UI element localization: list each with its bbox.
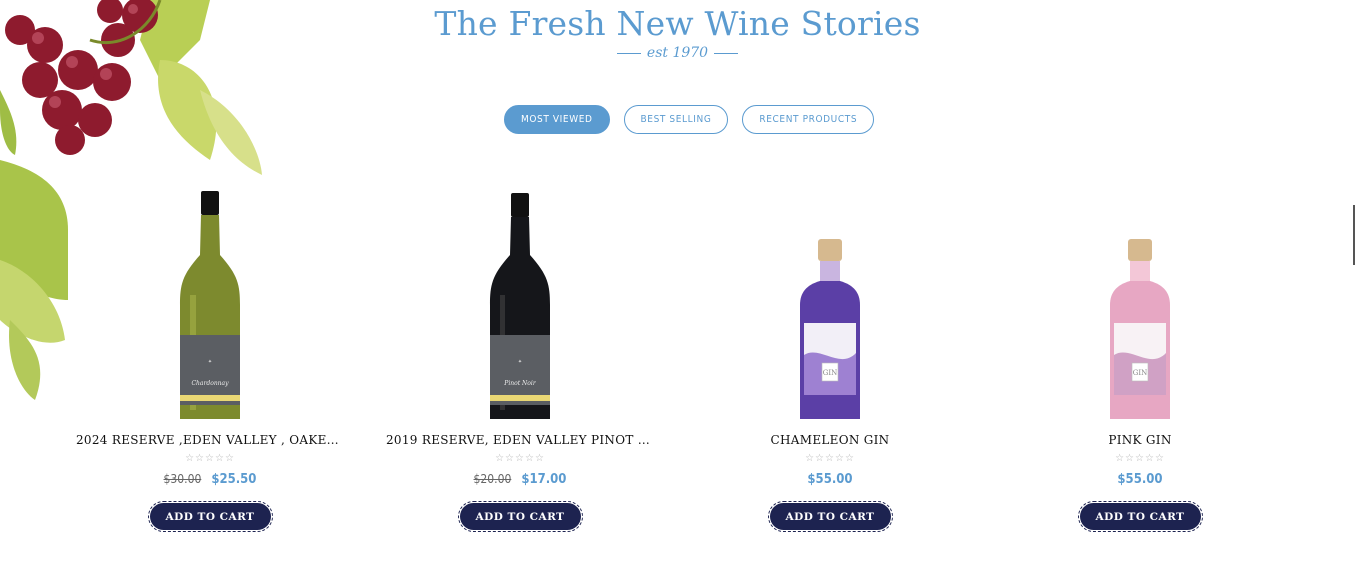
- rating-stars: ☆☆☆☆☆: [805, 453, 855, 464]
- old-price: $20.00: [473, 472, 512, 486]
- svg-text:✦: ✦: [518, 359, 522, 365]
- svg-text:GIN: GIN: [823, 369, 837, 377]
- product-grid: ✦ Chardonnay 2024 RESERVE ,EDEN VALLEY ,…: [0, 180, 1355, 560]
- product-price: $30.00 $25.50: [70, 472, 350, 487]
- tagline-text: est 1970: [646, 45, 709, 61]
- rating-stars: ☆☆☆☆☆: [495, 453, 545, 464]
- add-to-cart-button[interactable]: ADD TO CART: [457, 501, 583, 532]
- section-tagline: est 1970: [0, 45, 1355, 61]
- section-title: The Fresh New Wine Stories: [434, 4, 921, 43]
- product-image[interactable]: ✦ Chardonnay: [70, 180, 350, 425]
- tab-most-viewed[interactable]: MOST VIEWED: [504, 105, 610, 134]
- sale-price: $17.00: [521, 472, 567, 487]
- product-card: GIN PINK GIN ☆☆☆☆☆ $55.00 ADD TO CART: [1000, 180, 1280, 532]
- add-to-cart-button[interactable]: ADD TO CART: [147, 501, 273, 532]
- product-name[interactable]: 2019 RESERVE, EDEN VALLEY PINOT GRIS: [380, 433, 660, 447]
- svg-text:Pinot Noir: Pinot Noir: [503, 380, 537, 387]
- product-price: $20.00 $17.00: [380, 472, 660, 487]
- product-image[interactable]: GIN: [690, 180, 970, 425]
- add-to-cart-button[interactable]: ADD TO CART: [1077, 501, 1203, 532]
- product-filter-tabs: MOST VIEWED BEST SELLING RECENT PRODUCTS: [504, 105, 875, 134]
- product-name[interactable]: PINK GIN: [1000, 433, 1280, 447]
- rating-stars: ☆☆☆☆☆: [185, 453, 235, 464]
- svg-text:✦: ✦: [208, 359, 212, 365]
- product-image[interactable]: GIN: [1000, 180, 1280, 425]
- tab-recent-products[interactable]: RECENT PRODUCTS: [742, 105, 875, 134]
- product-price: $55.00: [1000, 472, 1280, 487]
- svg-text:Chardonnay: Chardonnay: [191, 380, 229, 387]
- sale-price: $25.50: [211, 472, 257, 487]
- product-card: ✦ Pinot Noir 2019 RESERVE, EDEN VALLEY P…: [380, 180, 660, 532]
- add-to-cart-button[interactable]: ADD TO CART: [767, 501, 893, 532]
- tagline-divider-right: [714, 52, 739, 54]
- old-price: $30.00: [163, 472, 202, 486]
- product-card: GIN CHAMELEON GIN ☆☆☆☆☆ $55.00 ADD TO CA…: [690, 180, 970, 532]
- product-image[interactable]: ✦ Pinot Noir: [380, 180, 660, 425]
- tagline-divider-left: [616, 52, 641, 54]
- product-price: $55.00: [690, 472, 970, 487]
- price: $55.00: [1117, 472, 1163, 487]
- tab-best-selling[interactable]: BEST SELLING: [623, 105, 729, 134]
- svg-text:GIN: GIN: [1133, 369, 1147, 377]
- product-name[interactable]: 2024 RESERVE ,EDEN VALLEY , OAKED…: [70, 433, 350, 447]
- price: $55.00: [807, 472, 853, 487]
- product-card: ✦ Chardonnay 2024 RESERVE ,EDEN VALLEY ,…: [70, 180, 350, 532]
- product-name[interactable]: CHAMELEON GIN: [690, 433, 970, 447]
- rating-stars: ☆☆☆☆☆: [1115, 453, 1165, 464]
